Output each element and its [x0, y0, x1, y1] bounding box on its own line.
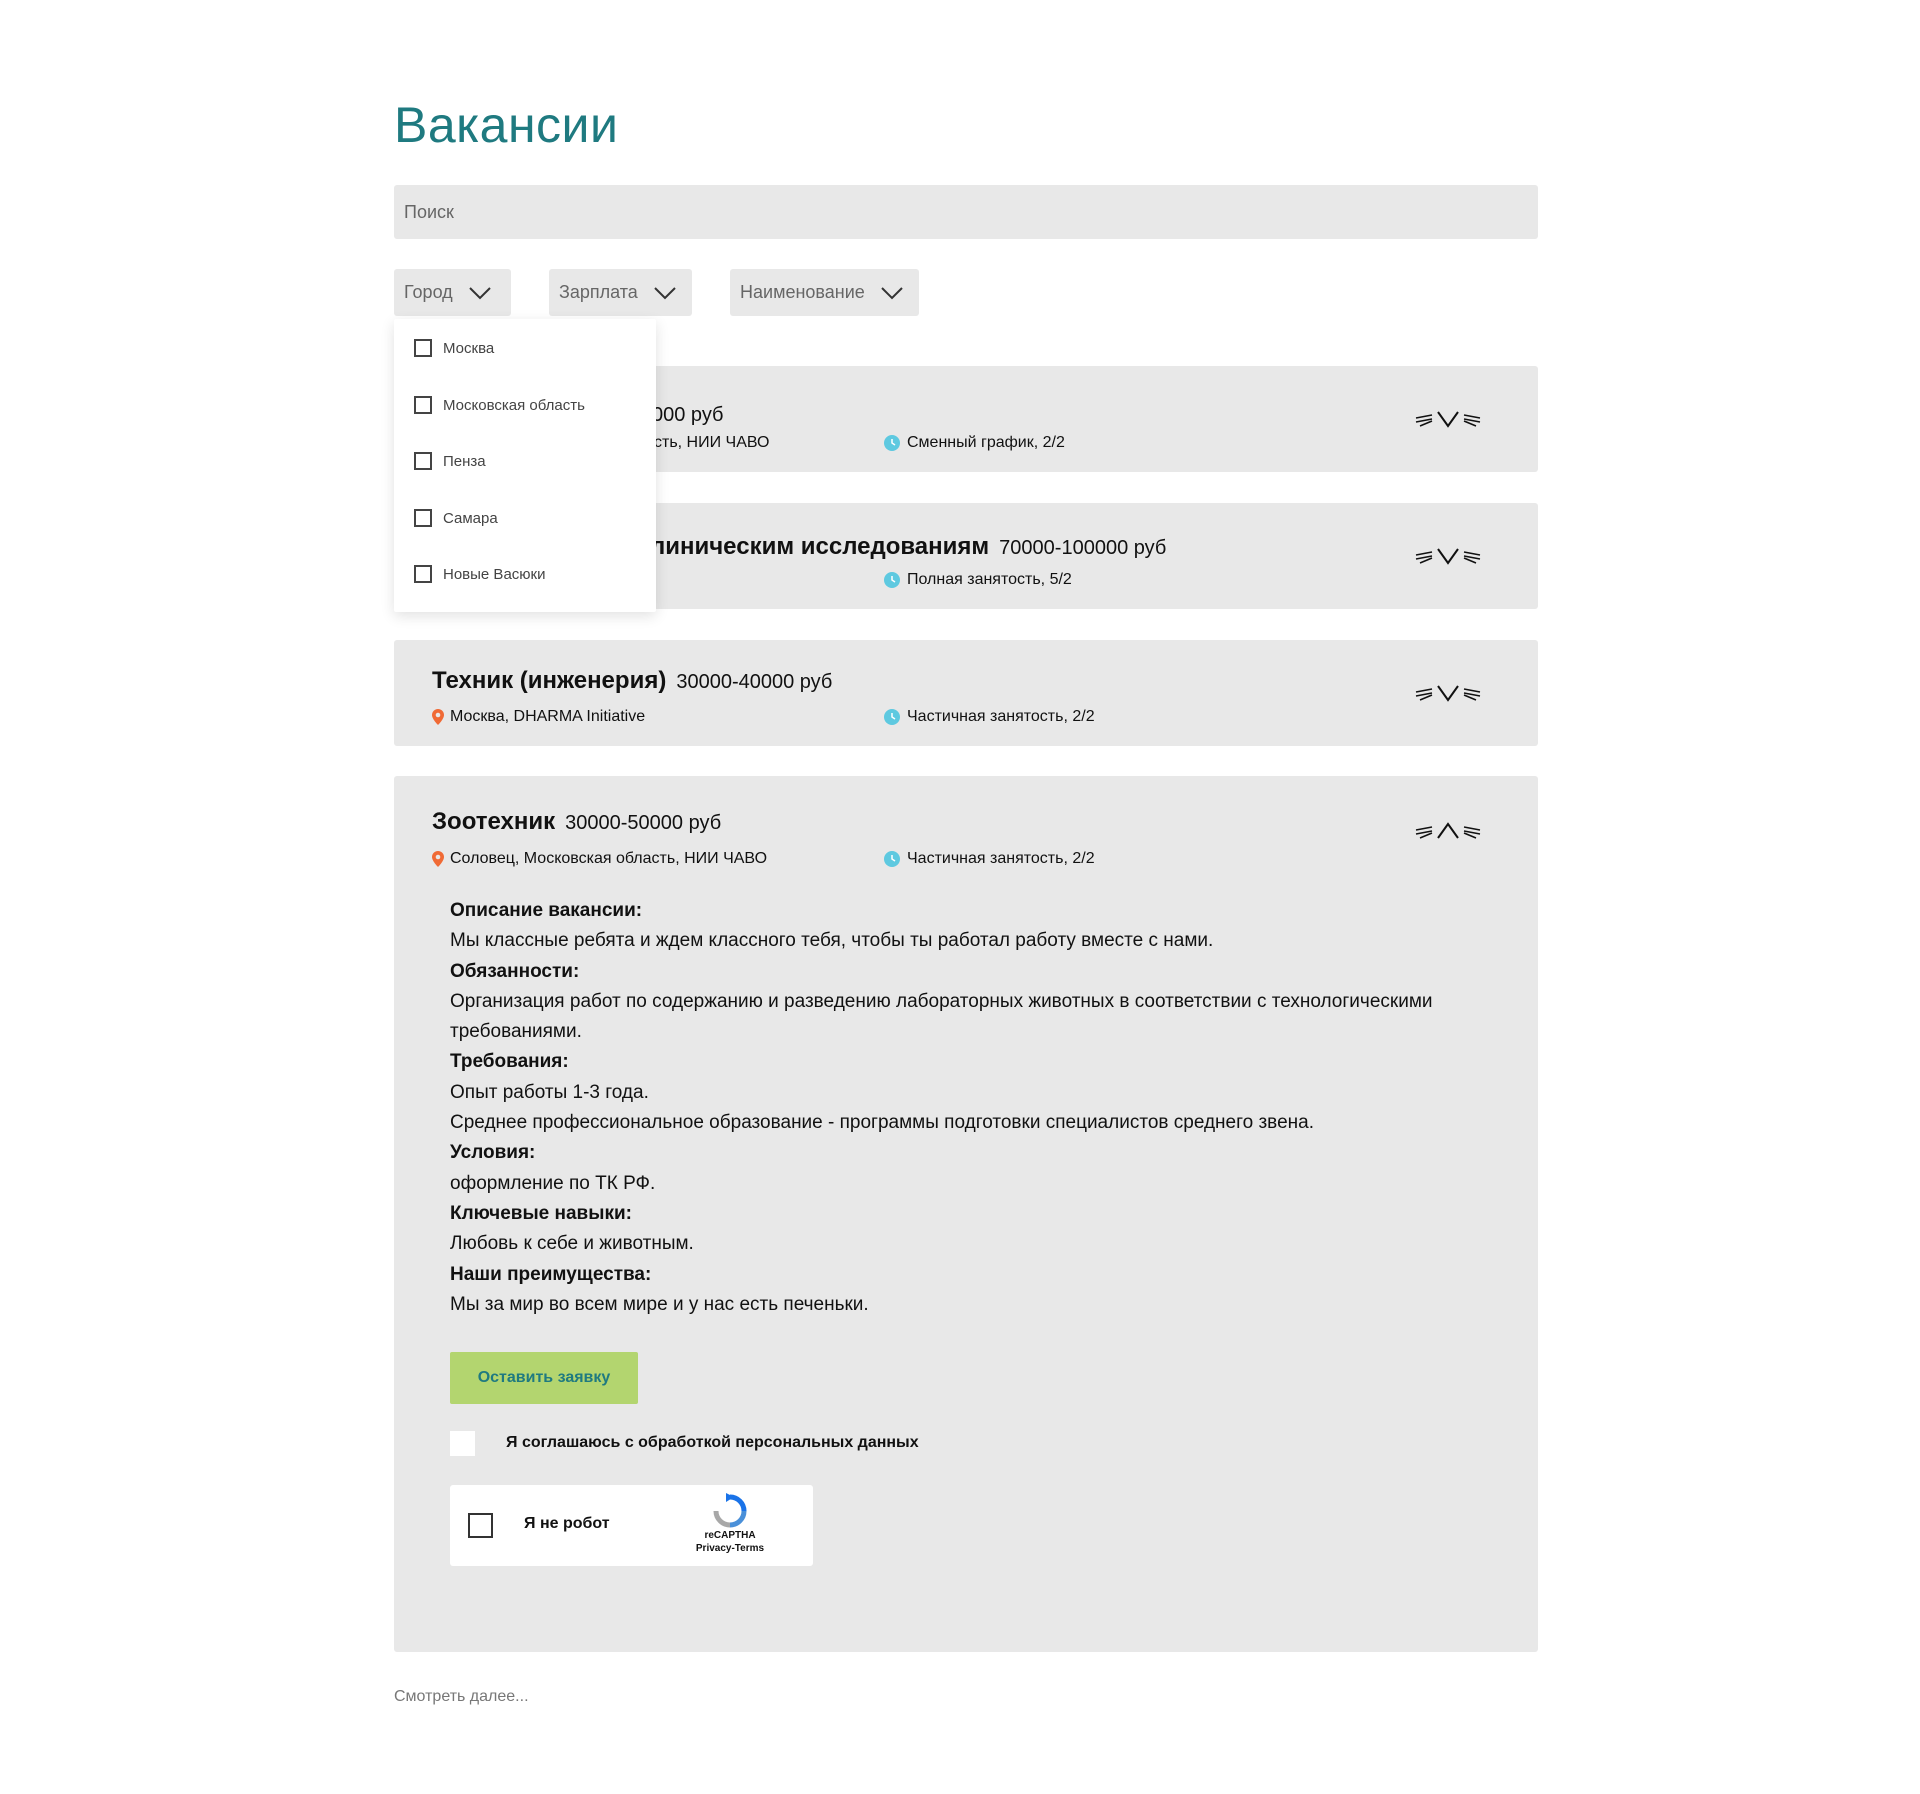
- city-option-label: Московская область: [443, 396, 585, 414]
- consent-checkbox[interactable]: [450, 1431, 475, 1456]
- job-schedule-text: Частичная занятость, 2/2: [907, 850, 1095, 867]
- chevron-down-icon: [881, 286, 903, 299]
- consent-label: Я соглашаюсь с обработкой персональных д…: [506, 1434, 919, 1451]
- checkbox[interactable]: [414, 452, 432, 470]
- city-option[interactable]: Москва: [414, 339, 494, 357]
- filter-name-dropdown[interactable]: Наименование: [730, 269, 919, 316]
- checkbox[interactable]: [414, 339, 432, 357]
- job-salary: 30000-40000 руб: [676, 671, 833, 693]
- checkbox[interactable]: [414, 509, 432, 527]
- job-description: Описание вакансии: Мы классные ребята и …: [450, 896, 1450, 1320]
- city-option[interactable]: Самара: [414, 509, 498, 527]
- captcha-label: Я не робот: [524, 1515, 610, 1532]
- city-option[interactable]: Пенза: [414, 452, 486, 470]
- desc-heading: Требования:: [450, 1051, 569, 1073]
- job-title-text: Зоотехник: [432, 808, 556, 835]
- clock-icon: [884, 435, 900, 451]
- search-input[interactable]: [394, 185, 1538, 239]
- recaptcha-icon: [713, 1493, 747, 1528]
- see-more-link[interactable]: Смотреть далее...: [394, 1688, 529, 1706]
- job-location-text: Москва, DHARMA Initiative: [450, 708, 646, 725]
- job-title-text: линическим исследованиям: [650, 533, 990, 560]
- city-option[interactable]: Новые Васюки: [414, 565, 545, 583]
- job-schedule-text: Частичная занятость, 2/2: [907, 708, 1095, 725]
- city-option-label: Самара: [443, 509, 498, 527]
- desc-text: Опыт работы 1-3 года.: [450, 1081, 649, 1103]
- job-card[interactable]: Техник (инженерия) 30000-40000 руб Москва…: [394, 640, 1538, 746]
- city-option-label: Москва: [443, 339, 495, 357]
- desc-text: Среднее профессиональное образование - п…: [450, 1112, 1314, 1134]
- job-schedule: Сменный график, 2/2: [884, 434, 1065, 452]
- job-schedule: Частичная занятость, 2/2: [884, 850, 1095, 868]
- job-schedule-text: Полная занятость, 5/2: [907, 571, 1072, 588]
- job-location: Москва, DHARMA Initiative: [432, 708, 645, 726]
- filter-salary-label: Зарплата: [559, 282, 638, 302]
- job-salary: 000 руб: [652, 404, 724, 426]
- clock-icon: [884, 572, 900, 588]
- desc-text: Организация работ по содержанию и развед…: [450, 990, 1433, 1043]
- page-title: Вакансии: [394, 97, 619, 153]
- checkbox[interactable]: [414, 565, 432, 583]
- job-location: Соловец, Московская область, НИИ ЧАВО: [432, 850, 767, 868]
- job-location-text: сть, НИИ ЧАВО: [654, 434, 770, 451]
- desc-text: оформление по ТК РФ.: [450, 1172, 656, 1194]
- city-option-label: Новые Васюки: [443, 565, 546, 583]
- captcha-privacy-links[interactable]: Privacy-Terms: [690, 1542, 770, 1555]
- job-schedule-text: Сменный график, 2/2: [907, 434, 1065, 451]
- collapse-toggle-icon[interactable]: [1414, 818, 1482, 844]
- expand-toggle-icon[interactable]: [1414, 543, 1482, 569]
- captcha-checkbox[interactable]: [468, 1513, 493, 1538]
- filter-salary-dropdown[interactable]: Зарплата: [549, 269, 692, 316]
- job-salary: 70000-100000 руб: [999, 537, 1167, 559]
- job-title-text: Техник (инженерия): [432, 667, 667, 694]
- job-schedule: Частичная занятость, 2/2: [884, 708, 1095, 726]
- apply-button[interactable]: Оставить заявку: [450, 1352, 638, 1404]
- desc-text: Любовь к себе и животным.: [450, 1233, 694, 1255]
- city-option-label: Пенза: [443, 452, 486, 470]
- clock-icon: [884, 851, 900, 867]
- clock-icon: [884, 709, 900, 725]
- desc-heading: Наши преимущества:: [450, 1263, 652, 1285]
- captcha-widget: Я не робот reCAPTHA Privacy-Terms: [450, 1485, 813, 1566]
- desc-text: Мы классные ребята и ждем классного тебя…: [450, 930, 1214, 952]
- location-pin-icon: [432, 851, 444, 867]
- job-location-text: Соловец, Московская область, НИИ ЧАВО: [450, 850, 768, 867]
- chevron-down-icon: [654, 286, 676, 299]
- desc-heading: Ключевые навыки:: [450, 1202, 632, 1224]
- filter-city-dropdown[interactable]: Город: [394, 269, 511, 316]
- chevron-down-icon: [468, 286, 491, 299]
- job-location: сть, НИИ ЧАВО: [654, 434, 769, 452]
- job-title: Техник (инженерия) 30000-40000 руб: [432, 667, 832, 695]
- checkbox[interactable]: [414, 396, 432, 414]
- captcha-brand: reCAPTHA Privacy-Terms: [690, 1529, 770, 1555]
- job-title: Зоотехник 30000-50000 руб: [432, 808, 721, 836]
- filter-name-label: Наименование: [740, 282, 865, 302]
- job-title: линическим исследованиям 70000-100000 руб: [650, 533, 1166, 561]
- expand-toggle-icon[interactable]: [1414, 680, 1482, 706]
- job-salary: 30000-50000 руб: [565, 812, 722, 834]
- job-card-expanded: Зоотехник 30000-50000 руб Соловец, Москов…: [394, 776, 1538, 1652]
- job-schedule: Полная занятость, 5/2: [884, 571, 1072, 589]
- expand-toggle-icon[interactable]: [1414, 406, 1482, 432]
- desc-heading: Обязанности:: [450, 960, 580, 982]
- city-option[interactable]: Московская область: [414, 396, 585, 414]
- captcha-brand-name: reCAPTHA: [704, 1530, 756, 1541]
- location-pin-icon: [432, 709, 444, 725]
- city-dropdown-menu: Москва Московская область Пенза Самара Н…: [394, 319, 656, 612]
- filter-city-label: Город: [404, 282, 453, 302]
- desc-heading: Описание вакансии:: [450, 900, 643, 921]
- desc-text: Мы за мир во всем мире и у нас есть пече…: [450, 1293, 869, 1315]
- desc-heading: Условия:: [450, 1142, 536, 1164]
